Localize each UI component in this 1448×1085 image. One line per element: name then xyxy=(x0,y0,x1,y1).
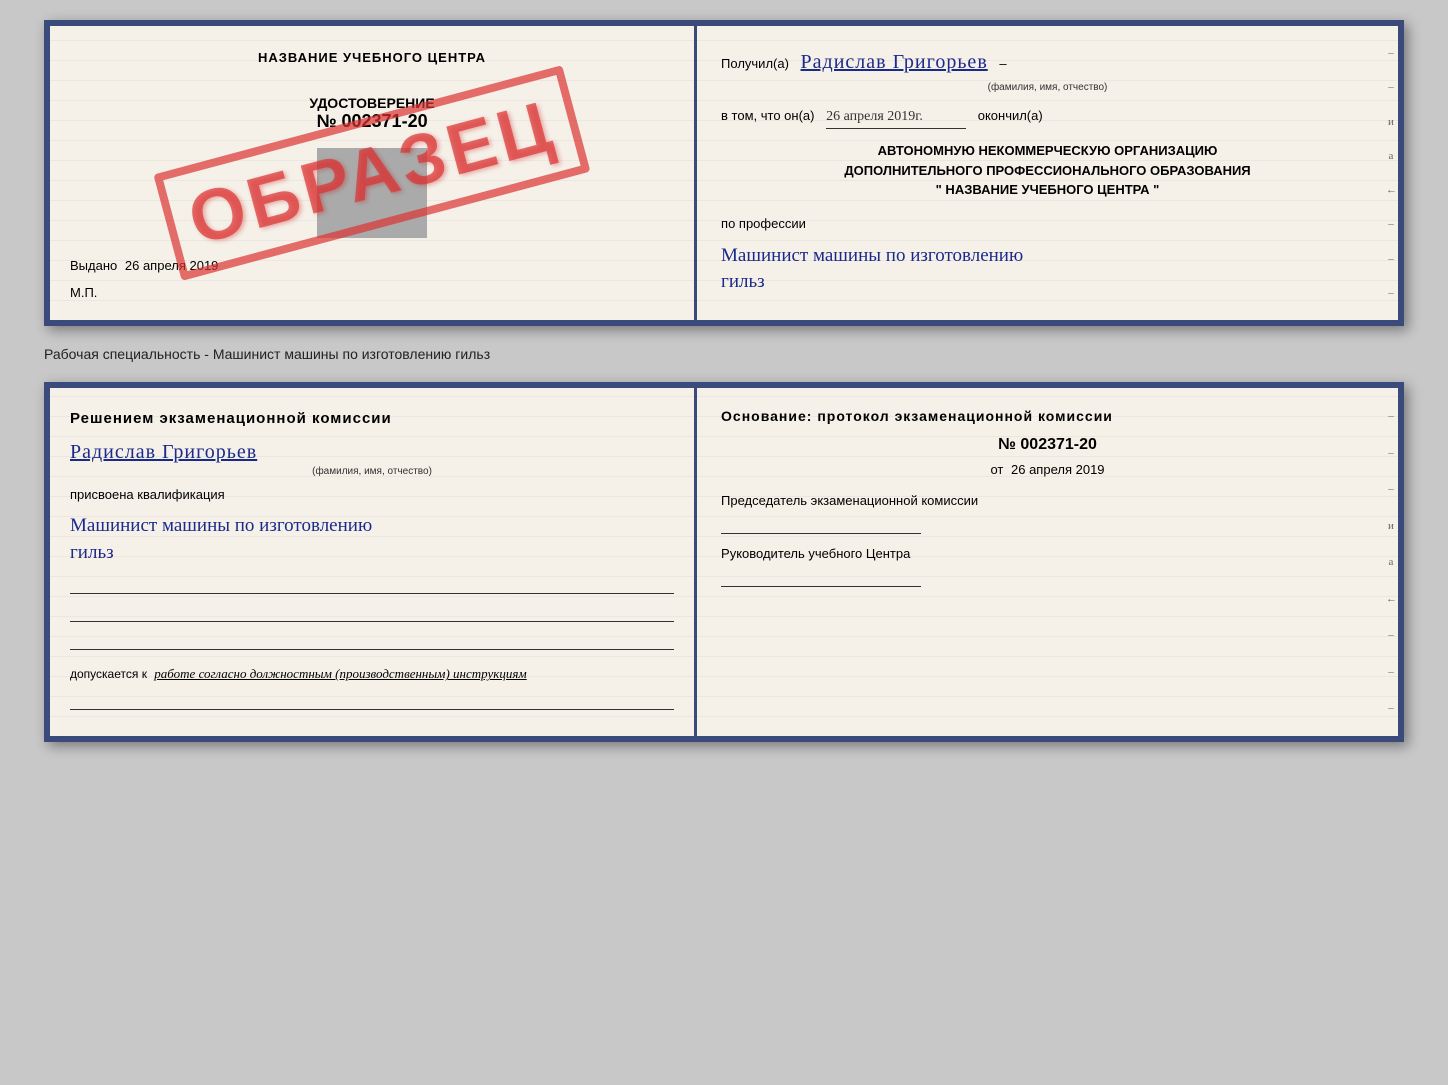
bottom-doc-left: Решением экзаменационной комиссии Радисл… xyxy=(50,388,697,736)
cert-number: № 002371-20 xyxy=(70,111,674,132)
vydano-line: Выдано 26 апреля 2019 xyxy=(70,258,674,273)
dopuskaetsya-block: допускается к работе согласно должностны… xyxy=(70,666,674,682)
okonchil: окончил(а) xyxy=(978,108,1043,123)
vtom-prefix: в том, что он(а) xyxy=(721,108,814,123)
org-line2: ДОПОЛНИТЕЛЬНОГО ПРОФЕССИОНАЛЬНОГО ОБРАЗО… xyxy=(721,161,1374,181)
po-professii-line: по профессии xyxy=(721,214,1374,235)
dopuskaetsya-text: работе согласно должностным (производств… xyxy=(154,666,526,681)
top-doc-right: Получил(а) Радислав Григорьев – (фамилия… xyxy=(697,26,1398,320)
org-line1: АВТОНОМНУЮ НЕКОММЕРЧЕСКУЮ ОРГАНИЗАЦИЮ xyxy=(721,141,1374,161)
protocol-date-value: 26 апреля 2019 xyxy=(1011,462,1105,477)
top-doc-left: НАЗВАНИЕ УЧЕБНОГО ЦЕНТРА ОБРАЗЕЦ УДОСТОВ… xyxy=(50,26,697,320)
mp-line: М.П. xyxy=(70,285,674,300)
org-name-quoted: " НАЗВАНИЕ УЧЕБНОГО ЦЕНТРА " xyxy=(721,180,1374,200)
rukovoditel-label: Руководитель учебного Центра xyxy=(721,546,1374,561)
vtom-line: в том, что он(а) 26 апреля 2019г. окончи… xyxy=(721,106,1374,129)
recipient-name: Радислав Григорьев xyxy=(801,51,988,73)
rukovoditel-signature-line xyxy=(721,565,921,587)
underline-row-1 xyxy=(70,572,674,594)
prisvoena-line: присвоена квалификация xyxy=(70,485,674,506)
fio-subtitle-top: (фамилия, имя, отчество) xyxy=(721,80,1374,96)
underline-row-2 xyxy=(70,600,674,622)
protocol-number: № 002371-20 xyxy=(721,436,1374,454)
cert-label-block: УДОСТОВЕРЕНИЕ № 002371-20 xyxy=(70,95,674,132)
vtom-date: 26 апреля 2019г. xyxy=(826,106,966,129)
dopuskaetsya-prefix: допускается к xyxy=(70,667,147,681)
profession-handwritten-top: Машинист машины по изготовлению гильз xyxy=(721,243,1374,296)
bottom-doc-right: Основание: протокол экзаменационной коми… xyxy=(697,388,1398,736)
protocol-date-prefix: от xyxy=(990,462,1003,477)
underline-row-4 xyxy=(70,688,674,710)
fio-subtitle-bottom: (фамилия, имя, отчество) xyxy=(70,466,674,477)
poluchil-prefix: Получил(а) xyxy=(721,56,789,71)
protocol-date: от 26 апреля 2019 xyxy=(721,462,1374,477)
komissia-title: Решением экзаменационной комиссии xyxy=(70,408,674,431)
predsedatel-label: Председатель экзаменационной комиссии xyxy=(721,493,1374,508)
vydano-prefix: Выдано xyxy=(70,258,117,273)
protocol-title: Основание: протокол экзаменационной коми… xyxy=(721,408,1374,424)
org-block: АВТОНОМНУЮ НЕКОММЕРЧЕСКУЮ ОРГАНИЗАЦИЮ ДО… xyxy=(721,141,1374,200)
separator-text: Рабочая специальность - Машинист машины … xyxy=(44,342,1404,366)
rukovoditel-block: Руководитель учебного Центра xyxy=(721,546,1374,587)
bottom-name-block: Радислав Григорьев (фамилия, имя, отчест… xyxy=(70,441,674,477)
bottom-recipient-name: Радислав Григорьев xyxy=(70,441,257,463)
top-center-title: НАЗВАНИЕ УЧЕБНОГО ЦЕНТРА xyxy=(70,50,674,65)
cert-label: УДОСТОВЕРЕНИЕ xyxy=(70,95,674,111)
vydano-date: 26 апреля 2019 xyxy=(125,258,219,273)
side-dashes-bottom: – – – и а ← – – – xyxy=(1384,388,1398,736)
profession-handwritten-bottom: Машинист машины по изготовлению гильз xyxy=(70,513,674,566)
poluchil-line: Получил(а) Радислав Григорьев – (фамилия… xyxy=(721,46,1374,96)
po-professii-label: по профессии xyxy=(721,216,806,231)
predsedatel-signature-line xyxy=(721,512,921,534)
side-dashes-top: – – и а ← – – – xyxy=(1384,26,1398,320)
photo-placeholder xyxy=(317,148,427,238)
top-document: НАЗВАНИЕ УЧЕБНОГО ЦЕНТРА ОБРАЗЕЦ УДОСТОВ… xyxy=(44,20,1404,326)
predsedatel-block: Председатель экзаменационной комиссии xyxy=(721,493,1374,534)
bottom-document: Решением экзаменационной комиссии Радисл… xyxy=(44,382,1404,742)
underline-row-3 xyxy=(70,628,674,650)
